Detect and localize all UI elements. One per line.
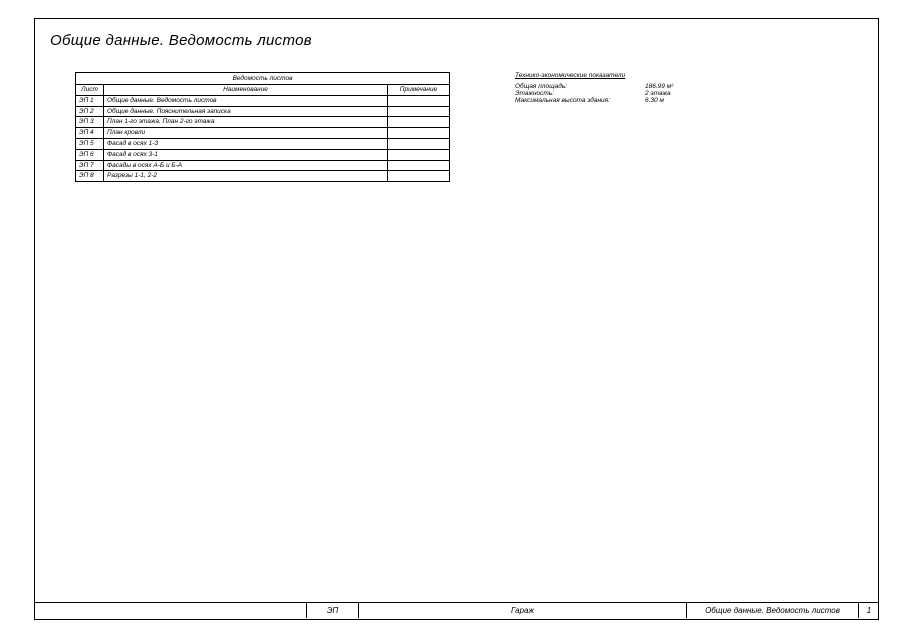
table-row: ЭП 1Общие данные. Ведомость листов	[76, 95, 450, 106]
stamp-code: ЭП	[307, 603, 359, 618]
title-block: ЭП Гараж Общие данные. Ведомость листов …	[34, 602, 879, 618]
page-title: Общие данные. Ведомость листов	[50, 32, 312, 49]
tech-econ-block: Технико-экономические показатели Общая п…	[515, 72, 673, 104]
col-header-name: Наименование	[104, 85, 388, 96]
tep-title: Технико-экономические показатели	[515, 72, 673, 79]
tep-row: Максимальная высота здания: 6.30 м	[515, 97, 673, 104]
stamp-page-number: 1	[859, 603, 879, 618]
table-row: ЭП 6Фасад в осях 3-1	[76, 149, 450, 160]
tep-row: Общая площадь: 186.99 м²	[515, 83, 673, 90]
stamp-sheet-name: Общие данные. Ведомость листов	[687, 603, 859, 618]
tep-row: Этажность: 2 этажа	[515, 90, 673, 97]
table-row: ЭП 3План 1-го этажа. План 2-го этажа	[76, 117, 450, 128]
table-row: ЭП 2Общие данные. Пояснительная записка	[76, 106, 450, 117]
col-header-note: Примечание	[388, 85, 450, 96]
sheet-list-table: Ведомость листов Лист Наименование Приме…	[75, 72, 450, 182]
drawing-sheet: Общие данные. Ведомость листов Ведомость…	[0, 0, 900, 636]
table-caption: Ведомость листов	[76, 73, 450, 85]
table-row: ЭП 5Фасад в осях 1-3	[76, 138, 450, 149]
stamp-project: Гараж	[359, 603, 687, 618]
stamp-spacer	[34, 603, 307, 618]
col-header-sheet: Лист	[76, 85, 104, 96]
table-row: ЭП 8Разрезы 1-1, 2-2	[76, 171, 450, 182]
table-body: ЭП 1Общие данные. Ведомость листов ЭП 2О…	[76, 95, 450, 181]
table-row: ЭП 4План кровли	[76, 128, 450, 139]
table-row: ЭП 7Фасады в осях А-Б и Б-А	[76, 160, 450, 171]
tep-items: Общая площадь: 186.99 м² Этажность: 2 эт…	[515, 83, 673, 104]
